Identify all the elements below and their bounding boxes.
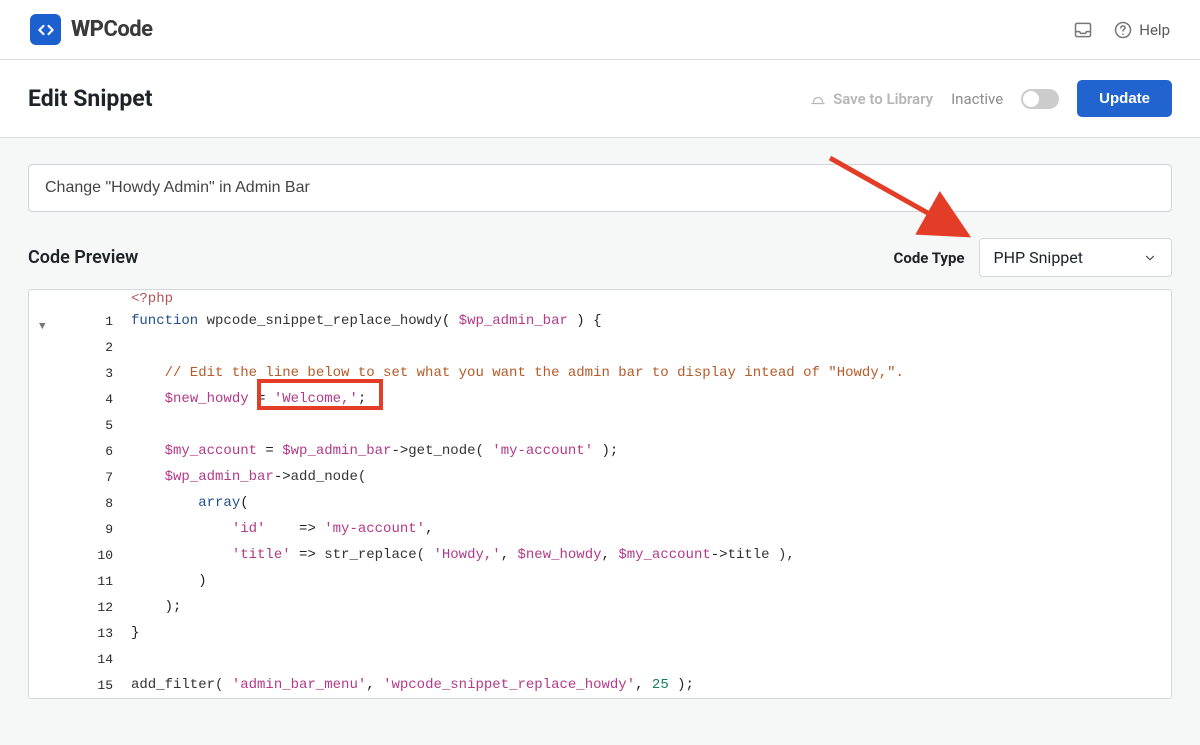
help-link[interactable]: Help — [1113, 20, 1170, 40]
inbox-icon[interactable] — [1073, 20, 1093, 40]
line-number: 14 — [81, 652, 125, 667]
line-number: 11 — [81, 574, 125, 589]
brand: WPCode — [30, 14, 153, 45]
code-type-label: Code Type — [894, 249, 965, 267]
code-php-open: <?php — [131, 291, 173, 307]
code-preview-label: Code Preview — [28, 247, 138, 268]
save-to-library-button[interactable]: Save to Library — [809, 90, 933, 108]
wpcode-logo-icon — [30, 14, 61, 45]
line-number: 10 — [81, 548, 125, 563]
line-number: 3 — [81, 366, 125, 381]
brand-text: WPCode — [71, 17, 153, 42]
status-label: Inactive — [951, 90, 1003, 108]
fold-toggle-icon[interactable]: ▼ — [39, 321, 46, 333]
line-number: 8 — [81, 496, 125, 511]
line-number: 13 — [81, 626, 125, 641]
subheader-actions: Save to Library Inactive Update — [809, 80, 1172, 117]
line-number: 12 — [81, 600, 125, 615]
save-library-label: Save to Library — [833, 90, 933, 108]
snippet-title-input[interactable] — [28, 164, 1172, 212]
active-toggle[interactable] — [1021, 89, 1059, 109]
line-number: 4 — [81, 392, 125, 407]
line-number: 2 — [81, 340, 125, 355]
line-number: 1 — [81, 314, 125, 329]
line-number: 5 — [81, 418, 125, 433]
code-type-select[interactable]: PHP Snippet — [979, 238, 1172, 277]
code-type-value: PHP Snippet — [994, 248, 1083, 267]
line-number: 9 — [81, 522, 125, 537]
line-number: 6 — [81, 444, 125, 459]
content-area: Code Preview Code Type PHP Snippet <?php… — [0, 138, 1200, 725]
line-number: 15 — [81, 678, 125, 693]
code-type-group: Code Type PHP Snippet — [894, 238, 1172, 277]
code-editor[interactable]: <?php ▼ 1 function wpcode_snippet_replac… — [28, 289, 1172, 699]
help-label: Help — [1139, 21, 1170, 39]
page-subheader: Edit Snippet Save to Library Inactive Up… — [0, 60, 1200, 138]
preview-header-row: Code Preview Code Type PHP Snippet — [28, 238, 1172, 277]
app-header: WPCode Help — [0, 0, 1200, 60]
chevron-down-icon — [1143, 251, 1157, 265]
header-actions: Help — [1073, 20, 1170, 40]
page-title: Edit Snippet — [28, 85, 152, 112]
update-button[interactable]: Update — [1077, 80, 1172, 117]
line-number: 7 — [81, 470, 125, 485]
